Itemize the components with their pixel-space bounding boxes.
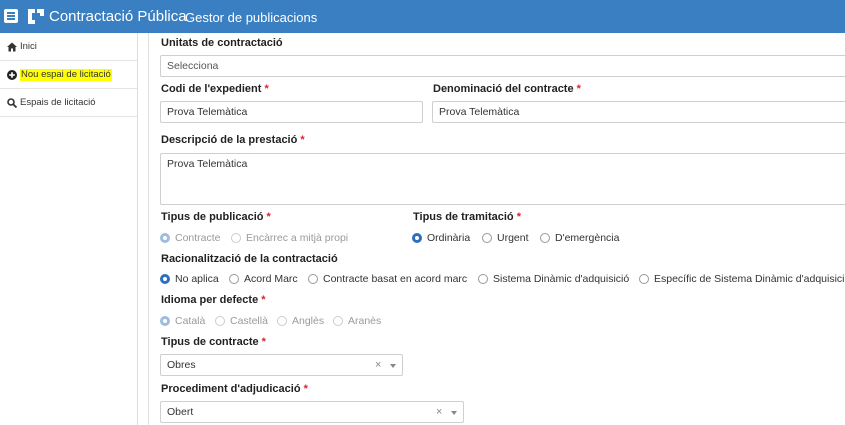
sidebar-item-label: Inici <box>20 41 37 52</box>
search-icon <box>7 98 17 108</box>
sidebar-item-nou-espai[interactable]: Nou espai de licitació <box>0 61 137 89</box>
tipus-tramitacio-group: Ordinària Urgent D'emergència <box>412 231 642 245</box>
codi-input[interactable]: Prova Telemàtica <box>160 101 423 123</box>
racionalitzacio-label: Racionalització de la contractació <box>161 253 338 265</box>
sidebar: Inici Nou espai de licitació Espais de l… <box>0 33 138 425</box>
logo-icon <box>28 9 44 24</box>
home-icon <box>7 42 17 52</box>
tipus-publicacio-group: Contracte Encàrrec a mitjà propi <box>160 231 400 245</box>
tipus-publicacio-label: Tipus de publicació * <box>161 211 271 223</box>
descripcio-textarea[interactable]: Prova Telemàtica <box>160 153 845 205</box>
chevron-down-icon[interactable] <box>390 364 396 368</box>
clear-icon[interactable]: × <box>375 358 381 372</box>
sidebar-item-espais[interactable]: Espais de licitació <box>0 89 137 117</box>
procediment-label: Procediment d'adjudicació * <box>161 383 308 395</box>
top-bar: Contractació Pública Gestor de publicaci… <box>0 0 845 33</box>
racionalitzacio-group: No aplica Acord Marc Contracte basat en … <box>160 272 845 286</box>
unitats-label: Unitats de contractació <box>161 37 283 49</box>
sidebar-item-label: Espais de licitació <box>20 97 96 108</box>
app-subtitle: Gestor de publicacions <box>185 10 318 25</box>
app-title: Contractació Pública <box>49 8 187 25</box>
tipus-contracte-select[interactable]: Obres × <box>160 354 403 376</box>
plus-circle-icon <box>7 70 17 80</box>
tipus-tramitacio-label: Tipus de tramitació * <box>413 211 521 223</box>
codi-label: Codi de l'expedient * <box>161 83 269 95</box>
denominacio-input[interactable]: Prova Telemàtica <box>432 101 845 123</box>
clear-icon[interactable]: × <box>436 405 442 419</box>
idioma-label: Idioma per defecte * <box>161 294 266 306</box>
unitats-select[interactable]: Selecciona <box>160 55 845 77</box>
chevron-down-icon[interactable] <box>451 411 457 415</box>
procediment-select[interactable]: Obert × <box>160 401 464 423</box>
idioma-group: Català Castellà Anglès Aranès <box>160 314 400 328</box>
sidebar-item-label: Nou espai de licitació <box>20 69 112 81</box>
descripcio-label: Descripció de la prestació * <box>161 134 305 146</box>
denominacio-label: Denominació del contracte * <box>433 83 581 95</box>
content-divider <box>148 33 149 425</box>
menu-icon[interactable] <box>4 9 18 23</box>
sidebar-item-inici[interactable]: Inici <box>0 33 137 61</box>
tipus-contracte-label: Tipus de contracte * <box>161 336 266 348</box>
